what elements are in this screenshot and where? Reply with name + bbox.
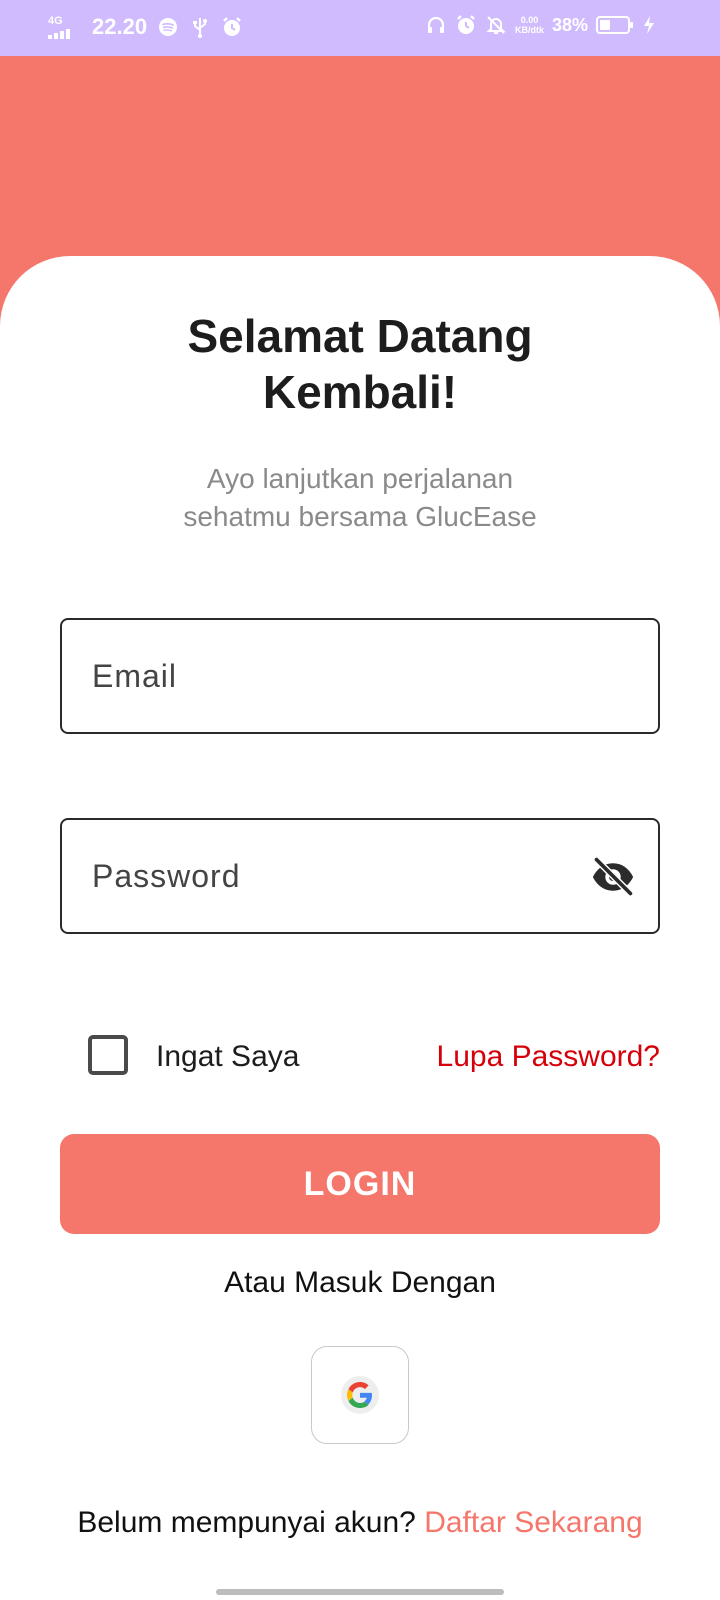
remember-me-label: Ingat Saya xyxy=(156,1040,300,1073)
mute-notifications-icon xyxy=(485,14,507,36)
charging-icon xyxy=(638,14,660,36)
title-line-2: Kembali! xyxy=(262,366,458,418)
email-field[interactable] xyxy=(92,620,592,732)
usb-icon xyxy=(189,16,211,38)
signal-icon xyxy=(48,28,82,39)
status-bar: 4G 22.20 0.00 KB/dtk 38% xyxy=(0,0,720,56)
register-prompt: Belum mempunyai akun? xyxy=(77,1506,416,1539)
status-time: 22.20 xyxy=(92,14,148,39)
title-line-1: Selamat Datang xyxy=(187,310,533,362)
google-login-button[interactable] xyxy=(311,1346,409,1444)
remember-row: Ingat Saya Lupa Password? xyxy=(60,1032,660,1082)
password-field[interactable] xyxy=(92,820,592,932)
alarm-icon xyxy=(455,14,477,36)
eye-off-icon[interactable] xyxy=(590,854,636,900)
battery-level xyxy=(600,20,610,30)
register-link[interactable]: Daftar Sekarang xyxy=(424,1506,642,1539)
spotify-icon xyxy=(157,16,179,38)
password-field-container xyxy=(60,818,660,934)
subtitle-line-1: Ayo lanjutkan perjalanan xyxy=(206,463,514,494)
network-indicator: 4G xyxy=(48,14,82,39)
headphones-icon xyxy=(425,14,447,36)
battery-icon xyxy=(596,16,633,34)
network-speed: 0.00 KB/dtk xyxy=(515,15,544,35)
forgot-password-link[interactable]: Lupa Password? xyxy=(437,1040,660,1074)
battery-percent: 38% xyxy=(551,14,588,35)
status-bar-left: 4G 22.20 xyxy=(48,14,243,40)
page-subtitle: Ayo lanjutkan perjalanan sehatmu bersama… xyxy=(60,460,660,536)
google-icon xyxy=(341,1376,379,1414)
subtitle-line-2: sehatmu bersama GlucEase xyxy=(183,501,537,532)
alarm-icon xyxy=(221,16,243,38)
network-type: 4G xyxy=(48,14,63,27)
status-bar-right: 0.00 KB/dtk 38% xyxy=(425,14,660,36)
home-indicator[interactable] xyxy=(216,1589,504,1595)
remember-me-checkbox[interactable] xyxy=(88,1035,128,1075)
register-row: Belum mempunyai akun? Daftar Sekarang xyxy=(0,1506,720,1540)
page-title: Selamat Datang Kembali! xyxy=(60,308,660,420)
login-screen: 4G 22.20 0.00 KB/dtk 38% Selamat Datang … xyxy=(0,0,720,1600)
alternative-login-label: Atau Masuk Dengan xyxy=(224,1266,496,1299)
network-speed-unit: KB/dtk xyxy=(514,25,544,35)
network-speed-value: 0.00 xyxy=(520,15,539,25)
login-button[interactable]: LOGIN xyxy=(60,1134,660,1234)
email-field-container xyxy=(60,618,660,734)
